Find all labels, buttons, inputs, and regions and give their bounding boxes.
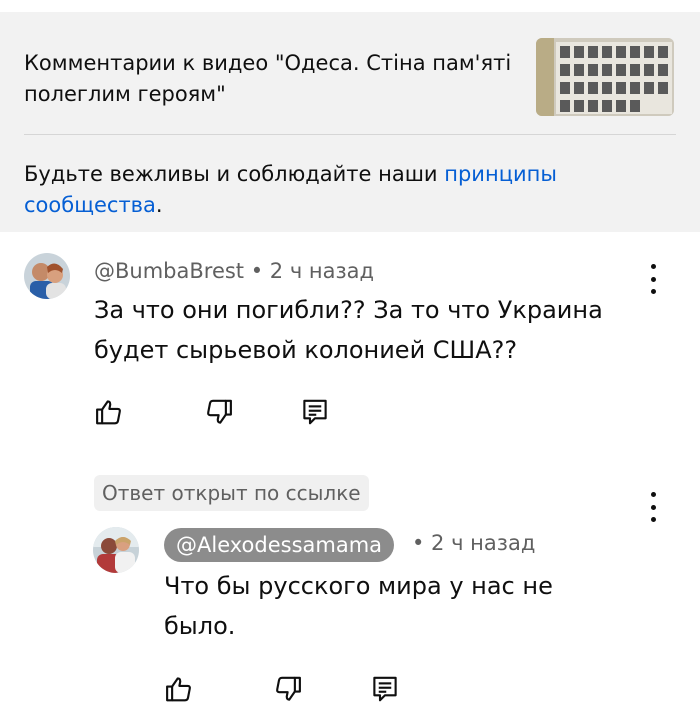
reply-button[interactable] bbox=[300, 397, 332, 429]
comment-text: За что они погибли?? За то что Украина б… bbox=[94, 296, 603, 364]
thumb-down-icon bbox=[207, 399, 232, 424]
like-button[interactable] bbox=[94, 397, 126, 429]
reply-icon bbox=[303, 399, 327, 425]
avatar[interactable] bbox=[93, 527, 139, 573]
reply-author-chip[interactable]: @Alexodessamama bbox=[164, 528, 395, 562]
dislike-button[interactable] bbox=[204, 397, 236, 429]
dislike-button[interactable] bbox=[273, 674, 305, 706]
header-title: Комментарии к видео "Одеса. Стіна пам'ят… bbox=[24, 51, 512, 106]
thumb-up-icon bbox=[96, 400, 121, 425]
reply-more-options-icon[interactable] bbox=[641, 492, 665, 522]
video-thumbnail[interactable] bbox=[536, 38, 674, 116]
reply-timestamp: • 2 ч назад bbox=[412, 531, 536, 555]
comment-author-meta: @BumbaBrest • 2 ч назад bbox=[94, 259, 374, 283]
comment-timestamp: 2 ч назад bbox=[269, 259, 375, 283]
thumb-up-icon bbox=[166, 677, 191, 702]
reply-button[interactable] bbox=[370, 674, 402, 706]
thumb-down-icon bbox=[276, 676, 301, 701]
community-guidelines-note: Будьте вежливы и соблюдайте наши принцип… bbox=[24, 159, 624, 221]
header-divider bbox=[24, 134, 676, 135]
linked-reply-badge: Ответ открыт по ссылке bbox=[94, 475, 369, 511]
guidelines-end: . bbox=[155, 193, 163, 217]
comments-header: Комментарии к видео "Одеса. Стіна пам'ят… bbox=[0, 12, 700, 232]
guidelines-text: Будьте вежливы и соблюдайте наши bbox=[24, 162, 445, 186]
avatar[interactable] bbox=[24, 253, 70, 299]
comment-author[interactable]: @BumbaBrest bbox=[94, 259, 244, 283]
reply-text: Что бы русского мира у нас не было. bbox=[164, 572, 553, 640]
reply-icon bbox=[373, 676, 397, 702]
like-button[interactable] bbox=[164, 674, 196, 706]
meta-separator: • bbox=[244, 259, 270, 283]
